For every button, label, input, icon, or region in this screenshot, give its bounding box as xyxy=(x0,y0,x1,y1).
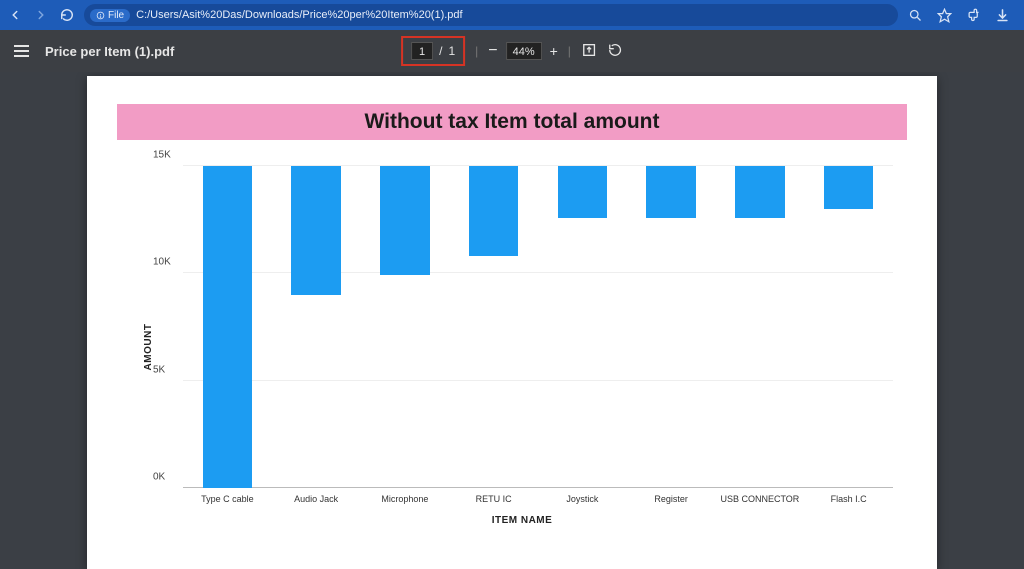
extensions-icon[interactable] xyxy=(966,8,981,23)
xtick-label: RETU IC xyxy=(476,494,512,504)
bar xyxy=(824,166,874,209)
zoom-level-input[interactable]: 44% xyxy=(506,42,542,60)
xtick-label: USB CONNECTOR xyxy=(720,494,799,504)
bar xyxy=(646,166,696,218)
ytick: 15K xyxy=(153,150,171,161)
chart-xlabel: ITEM NAME xyxy=(492,515,553,526)
bar-slot: USB CONNECTOR xyxy=(716,166,805,488)
xtick-label: Joystick xyxy=(566,494,598,504)
pdf-viewport[interactable]: Without tax Item total amount AMOUNT 0K … xyxy=(0,72,1024,569)
star-icon[interactable] xyxy=(937,8,952,23)
bar xyxy=(469,166,519,256)
browser-address-bar: File C:/Users/Asit%20Das/Downloads/Price… xyxy=(0,0,1024,30)
xtick-label: Microphone xyxy=(381,494,428,504)
rotate-icon[interactable] xyxy=(607,42,623,61)
pdf-toolbar: Price per Item (1).pdf 1 / 1 | − 44% + | xyxy=(0,30,1024,72)
download-icon[interactable] xyxy=(995,8,1010,23)
bar xyxy=(380,166,430,275)
page-number-input[interactable]: 1 xyxy=(411,42,433,60)
fit-to-page-icon[interactable] xyxy=(581,42,597,61)
chart-title: Without tax Item total amount xyxy=(117,104,907,140)
ytick: 0K xyxy=(153,472,165,483)
toolbar-divider: | xyxy=(475,44,478,58)
menu-icon[interactable] xyxy=(14,45,29,57)
zoom-out-button[interactable]: − xyxy=(488,42,497,60)
bar-slot: Audio Jack xyxy=(272,166,361,488)
bar-slot: Flash I.C xyxy=(804,166,893,488)
bar xyxy=(203,166,253,488)
url-field[interactable]: File C:/Users/Asit%20Das/Downloads/Price… xyxy=(84,4,898,26)
pdf-file-title: Price per Item (1).pdf xyxy=(45,44,174,59)
bar-slot: Register xyxy=(627,166,716,488)
page-separator: / xyxy=(439,44,442,58)
bar-slot: RETU IC xyxy=(449,166,538,488)
bar xyxy=(735,166,785,218)
back-icon[interactable] xyxy=(8,8,22,22)
bar xyxy=(558,166,608,218)
bar xyxy=(291,166,341,295)
chart: AMOUNT 0K 5K 10K 15K Type C cableAudio J… xyxy=(147,162,897,532)
zoom-lens-icon[interactable] xyxy=(908,8,923,23)
zoom-in-button[interactable]: + xyxy=(550,43,558,59)
page-total: 1 xyxy=(448,44,455,58)
reload-icon[interactable] xyxy=(60,8,74,22)
page-indicator-highlight: 1 / 1 xyxy=(401,36,465,66)
ytick: 5K xyxy=(153,364,165,375)
xtick-label: Audio Jack xyxy=(294,494,338,504)
forward-icon[interactable] xyxy=(34,8,48,22)
xtick-label: Register xyxy=(654,494,688,504)
toolbar-divider: | xyxy=(568,44,571,58)
xtick-label: Flash I.C xyxy=(831,494,867,504)
xtick-label: Type C cable xyxy=(201,494,254,504)
chart-plot-area: 0K 5K 10K 15K Type C cableAudio JackMicr… xyxy=(183,166,893,488)
bar-slot: Microphone xyxy=(361,166,450,488)
bar-slot: Joystick xyxy=(538,166,627,488)
file-chip-label: File xyxy=(108,10,124,21)
url-text: C:/Users/Asit%20Das/Downloads/Price%20pe… xyxy=(136,9,462,21)
ytick: 10K xyxy=(153,257,171,268)
file-chip: File xyxy=(90,9,130,22)
pdf-page: Without tax Item total amount AMOUNT 0K … xyxy=(87,76,937,569)
bar-slot: Type C cable xyxy=(183,166,272,488)
